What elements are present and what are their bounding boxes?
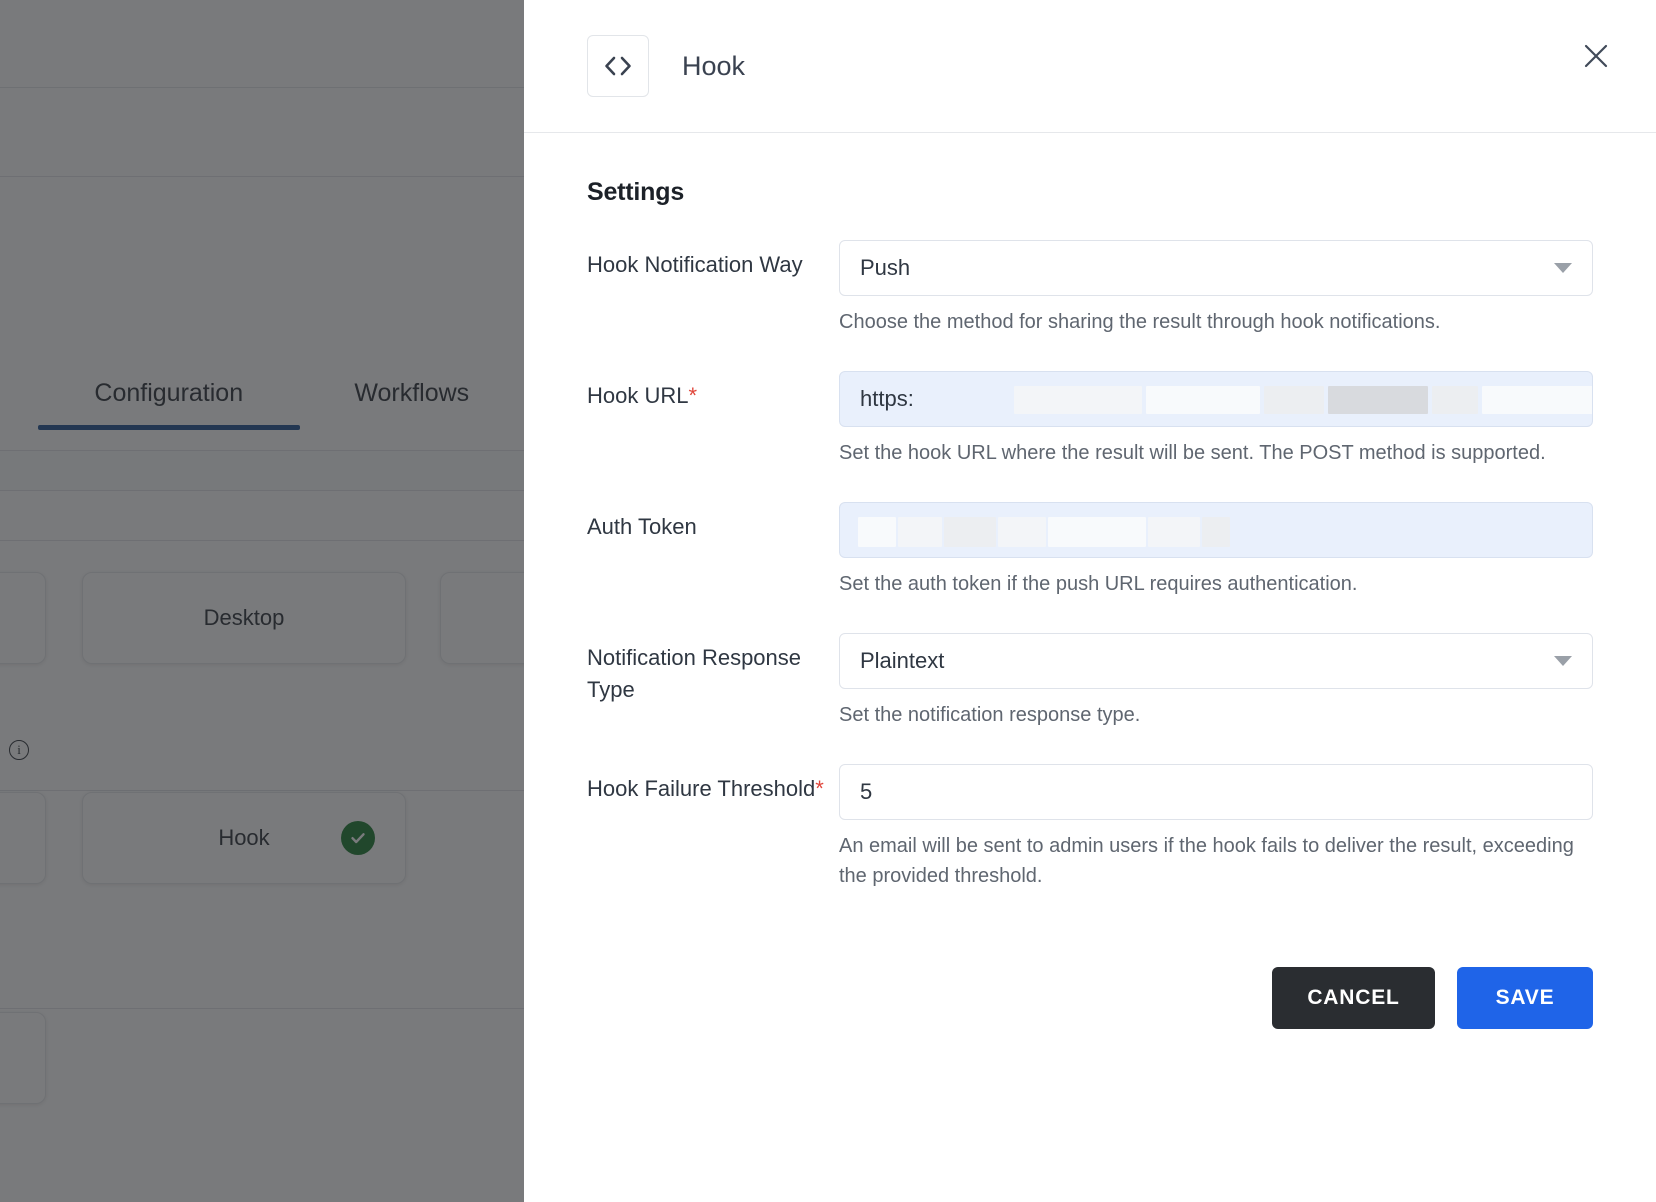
threshold-value: 5 — [860, 779, 873, 804]
help-hook-failure-threshold: An email will be sent to admin users if … — [839, 835, 1574, 887]
divider — [0, 790, 524, 791]
control-wrapper: https: Set the hook URL where the result… — [839, 371, 1593, 502]
label-text: Notification Response Type — [587, 645, 802, 702]
dialog-header: Hook — [524, 0, 1656, 133]
input-hook-failure-threshold[interactable]: 5 — [839, 764, 1593, 820]
required-asterisk: * — [688, 383, 698, 408]
redaction-block — [1202, 517, 1230, 547]
dialog-actions: CANCEL SAVE — [587, 967, 1593, 1029]
background-tab-bar: Configuration Workflows — [0, 358, 524, 450]
card-hook[interactable]: Hook — [82, 792, 406, 884]
cancel-button[interactable]: CANCEL — [1272, 967, 1435, 1029]
divider — [0, 1008, 524, 1009]
field-hook-failure-threshold: Hook Failure Threshold* 5 An email will … — [587, 764, 1593, 925]
label-hook-url: Hook URL* — [587, 371, 839, 412]
tab-workflows[interactable]: Workflows — [300, 379, 524, 430]
dialog-title: Hook — [682, 50, 746, 81]
divider — [0, 490, 524, 491]
label-hook-failure-threshold: Hook Failure Threshold* — [587, 764, 839, 805]
redaction-block — [1048, 517, 1146, 547]
help-notification-response-type: Set the notification response type. — [839, 704, 1141, 726]
input-hook-url[interactable]: https: — [839, 371, 1593, 427]
dialog-body: Settings Hook Notification Way Push Choo… — [524, 133, 1656, 1029]
select-value: Plaintext — [860, 648, 945, 673]
tab-configuration[interactable]: Configuration — [38, 379, 300, 430]
help-auth-token: Set the auth token if the push URL requi… — [839, 573, 1358, 595]
divider — [0, 176, 524, 177]
control-wrapper: 5 An email will be sent to admin users i… — [839, 764, 1593, 925]
field-notification-response-type: Notification Response Type Plaintext Set… — [587, 633, 1593, 764]
redaction-block — [1264, 386, 1324, 414]
redaction-block — [1146, 386, 1260, 414]
redaction-block — [898, 517, 942, 547]
redaction-block — [944, 517, 996, 547]
card-partial-left[interactable] — [0, 572, 46, 664]
chevron-down-icon — [1554, 656, 1572, 666]
active-tab-indicator — [38, 424, 300, 430]
chevron-down-icon — [1554, 263, 1572, 273]
label-text: Auth Token — [587, 514, 697, 539]
save-button[interactable]: SAVE — [1457, 967, 1593, 1029]
control-wrapper: Set the auth token if the push URL requi… — [839, 502, 1593, 633]
redaction-block — [1482, 386, 1592, 414]
section-title-settings: Settings — [587, 178, 685, 206]
required-asterisk: * — [815, 776, 824, 801]
redaction-block — [858, 517, 896, 547]
select-value: Push — [860, 255, 911, 280]
help-hook-url: Set the hook URL where the result will b… — [839, 442, 1546, 464]
field-auth-token: Auth Token Set the auth token if the pus… — [587, 502, 1593, 633]
info-icon[interactable]: i — [9, 740, 29, 760]
card-desktop-label: Desktop — [203, 605, 285, 630]
redaction-block — [1148, 517, 1200, 547]
card-partial-left-3[interactable] — [0, 1012, 46, 1104]
select-hook-notification-way[interactable]: Push — [839, 240, 1593, 296]
label-notification-response-type: Notification Response Type — [587, 633, 839, 706]
divider — [0, 450, 524, 451]
background-band — [0, 450, 524, 490]
input-auth-token[interactable] — [839, 502, 1593, 558]
card-desktop[interactable]: Desktop — [82, 572, 406, 664]
redaction-block — [1432, 386, 1478, 414]
select-notification-response-type[interactable]: Plaintext — [839, 633, 1593, 689]
tab-workflows-label: Workflows — [354, 378, 470, 407]
field-hook-url: Hook URL* https: Set the hook URL where … — [587, 371, 1593, 502]
tab-configuration-label: Configuration — [94, 378, 244, 407]
card-partial-right[interactable] — [440, 572, 534, 664]
hook-url-value: https: — [860, 386, 914, 411]
field-hook-notification-way: Hook Notification Way Push Choose the me… — [587, 240, 1593, 371]
label-text: Hook URL — [587, 383, 689, 408]
code-brackets-icon — [587, 35, 649, 97]
redaction-block — [998, 517, 1046, 547]
label-auth-token: Auth Token — [587, 502, 839, 543]
redaction-block — [1014, 386, 1142, 414]
divider — [0, 540, 524, 541]
label-text: Hook Failure Threshold — [587, 776, 816, 801]
hook-settings-dialog: Hook Settings Hook Notification Way Push… — [524, 0, 1656, 1202]
check-circle-icon — [341, 821, 375, 855]
close-icon[interactable] — [1574, 34, 1618, 78]
background-subheader — [0, 89, 524, 176]
help-hook-notification-way: Choose the method for sharing the result… — [839, 311, 1441, 333]
card-partial-left-2[interactable] — [0, 792, 46, 884]
label-text: Hook Notification Way — [587, 252, 803, 277]
redaction-block — [1328, 386, 1428, 414]
control-wrapper: Push Choose the method for sharing the r… — [839, 240, 1593, 371]
background-topbar — [0, 0, 524, 88]
control-wrapper: Plaintext Set the notification response … — [839, 633, 1593, 764]
card-hook-label: Hook — [218, 825, 270, 850]
label-hook-notification-way: Hook Notification Way — [587, 240, 839, 281]
